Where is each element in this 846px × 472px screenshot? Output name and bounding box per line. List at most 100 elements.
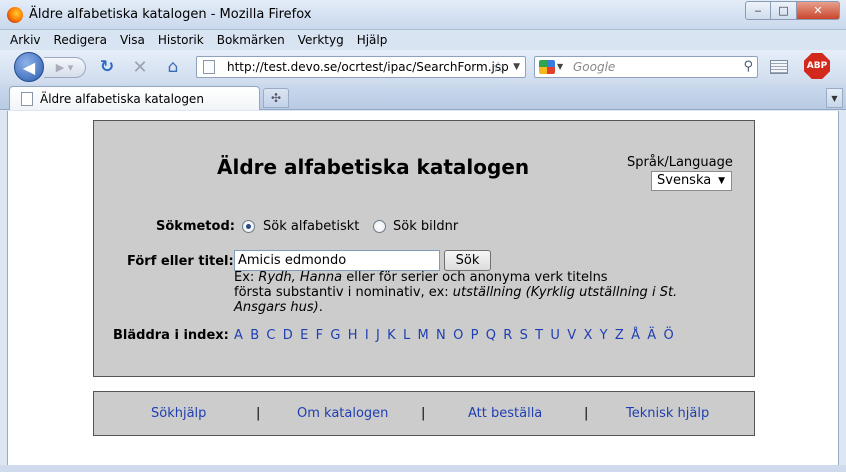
help-text-part: eller för serier och anonyma verk titeln… <box>342 270 608 285</box>
index-letter-aring[interactable]: Å <box>631 328 640 343</box>
chevron-down-icon: ▼ <box>831 93 838 103</box>
index-letter-d[interactable]: D <box>283 328 293 343</box>
index-letter-t[interactable]: T <box>535 328 543 343</box>
tab-label: Äldre alfabetiska katalogen <box>40 92 204 106</box>
footer-panel: Sökhjälp | Om katalogen | Att beställa |… <box>93 391 755 436</box>
index-letter-ouml[interactable]: Ö <box>664 328 674 343</box>
index-letter-r[interactable]: R <box>503 328 512 343</box>
radio-alphabetical-label[interactable]: Sök alfabetiskt <box>263 219 359 234</box>
radio-image-number-label[interactable]: Sök bildnr <box>393 219 458 234</box>
index-letter-q[interactable]: Q <box>486 328 496 343</box>
window-bottom-border <box>0 465 846 472</box>
search-form-panel: Äldre alfabetiska katalogen Språk/Langua… <box>93 120 755 377</box>
extension-icon[interactable] <box>770 60 788 74</box>
language-select[interactable]: Svenska ▼ <box>651 171 732 191</box>
home-icon[interactable]: ⌂ <box>162 57 184 77</box>
tab-catalog[interactable]: Äldre alfabetiska katalogen <box>9 86 260 110</box>
index-letter-i[interactable]: I <box>365 328 369 343</box>
menu-redigera[interactable]: Redigera <box>54 33 107 47</box>
index-letter-m[interactable]: M <box>418 328 429 343</box>
menu-arkiv[interactable]: Arkiv <box>10 33 41 47</box>
back-button[interactable]: ◀ <box>14 52 44 82</box>
reload-icon[interactable]: ↻ <box>96 57 118 77</box>
window-titlebar: Äldre alfabetiska katalogen - Mozilla Fi… <box>0 0 846 30</box>
url-bar[interactable]: http://test.devo.se/ocrtest/ipac/SearchF… <box>196 56 526 78</box>
tab-bar: Äldre alfabetiska katalogen ✣ ▼ <box>0 84 846 110</box>
arrow-right-icon: ▶ ▾ <box>55 61 74 74</box>
menu-verktyg[interactable]: Verktyg <box>298 33 344 47</box>
index-letter-x[interactable]: X <box>583 328 592 343</box>
menu-bar: Arkiv Redigera Visa Historik Bokmärken V… <box>0 30 846 50</box>
search-button[interactable]: Sök <box>444 250 491 271</box>
google-icon[interactable] <box>539 60 555 74</box>
web-search-bar[interactable]: ▼ Google ⚲ <box>534 56 758 78</box>
radio-image-number[interactable] <box>373 220 386 233</box>
author-title-label: Förf eller titel: <box>127 254 234 269</box>
index-letter-v[interactable]: V <box>567 328 576 343</box>
index-letter-y[interactable]: Y <box>600 328 608 343</box>
language-label: Språk/Language <box>627 155 733 170</box>
alphabet-index: A B C D E F G H I J K L M N O P Q R S T … <box>234 328 681 343</box>
index-letter-g[interactable]: G <box>330 328 340 343</box>
url-text[interactable]: http://test.devo.se/ocrtest/ipac/SearchF… <box>227 60 509 74</box>
search-input[interactable]: Amicis edmondo <box>234 250 440 271</box>
index-letter-p[interactable]: P <box>471 328 479 343</box>
page-icon <box>203 60 215 74</box>
chevron-down-icon[interactable]: ▼ <box>513 62 520 72</box>
adblock-icon[interactable]: ABP <box>804 53 830 79</box>
bookmark-star-icon[interactable]: ☆ <box>492 58 505 76</box>
index-letter-l[interactable]: L <box>403 328 410 343</box>
index-letter-a[interactable]: A <box>234 328 243 343</box>
index-letter-j[interactable]: J <box>376 328 380 343</box>
arrow-left-icon: ◀ <box>22 57 36 77</box>
plus-icon: ✣ <box>270 91 282 105</box>
help-example-author: Rydh, Hanna <box>258 270 343 285</box>
chevron-down-icon[interactable]: ▼ <box>557 62 563 71</box>
language-value: Svenska <box>657 173 712 188</box>
index-letter-h[interactable]: H <box>348 328 358 343</box>
page-title: Äldre alfabetiska katalogen <box>217 155 530 179</box>
chevron-down-icon: ▼ <box>718 176 725 186</box>
firefox-logo-icon <box>7 7 23 23</box>
tab-list-button[interactable]: ▼ <box>826 88 843 108</box>
index-letter-c[interactable]: C <box>266 328 275 343</box>
window-controls: ‒ □ ✕ <box>745 1 840 20</box>
menu-visa[interactable]: Visa <box>120 33 145 47</box>
index-letter-u[interactable]: U <box>550 328 560 343</box>
search-method-label: Sökmetod: <box>156 219 235 234</box>
window-title: Äldre alfabetiska katalogen - Mozilla Fi… <box>29 7 312 22</box>
stop-icon[interactable]: ✕ <box>129 57 151 78</box>
forward-button[interactable]: ▶ ▾ <box>44 57 86 78</box>
index-letter-z[interactable]: Z <box>615 328 624 343</box>
menu-hjalp[interactable]: Hjälp <box>357 33 388 47</box>
footer-link-search-help[interactable]: Sökhjälp <box>151 406 206 421</box>
footer-separator: | <box>421 406 426 421</box>
help-text-part: första substantiv i nominativ, ex: <box>234 285 453 300</box>
navigation-toolbar: ◀ ▶ ▾ ↻ ✕ ⌂ http://test.devo.se/ocrtest/… <box>0 50 846 84</box>
footer-link-tech-help[interactable]: Teknisk hjälp <box>626 406 709 421</box>
index-letter-auml[interactable]: Ä <box>647 328 656 343</box>
browse-index-label: Bläddra i index: <box>113 328 229 343</box>
minimize-button[interactable]: ‒ <box>745 1 771 20</box>
menu-historik[interactable]: Historik <box>158 33 204 47</box>
index-letter-f[interactable]: F <box>316 328 323 343</box>
index-letter-s[interactable]: S <box>520 328 528 343</box>
search-help-text: Ex: Rydh, Hanna eller för serier och ano… <box>234 270 704 315</box>
search-icon[interactable]: ⚲ <box>743 59 753 74</box>
footer-link-order[interactable]: Att beställa <box>468 406 542 421</box>
page-icon <box>21 92 33 106</box>
new-tab-button[interactable]: ✣ <box>263 88 289 108</box>
help-text-part: Ex: <box>234 270 259 285</box>
index-letter-o[interactable]: O <box>453 328 463 343</box>
index-letter-e[interactable]: E <box>300 328 308 343</box>
footer-separator: | <box>256 406 261 421</box>
index-letter-k[interactable]: K <box>387 328 396 343</box>
index-letter-b[interactable]: B <box>250 328 259 343</box>
search-placeholder[interactable]: Google <box>573 60 615 74</box>
index-letter-n[interactable]: N <box>436 328 446 343</box>
radio-alphabetical[interactable] <box>242 220 255 233</box>
maximize-button[interactable]: □ <box>771 1 797 20</box>
close-button[interactable]: ✕ <box>797 1 840 20</box>
footer-link-about[interactable]: Om katalogen <box>297 406 388 421</box>
menu-bokmarken[interactable]: Bokmärken <box>217 33 285 47</box>
